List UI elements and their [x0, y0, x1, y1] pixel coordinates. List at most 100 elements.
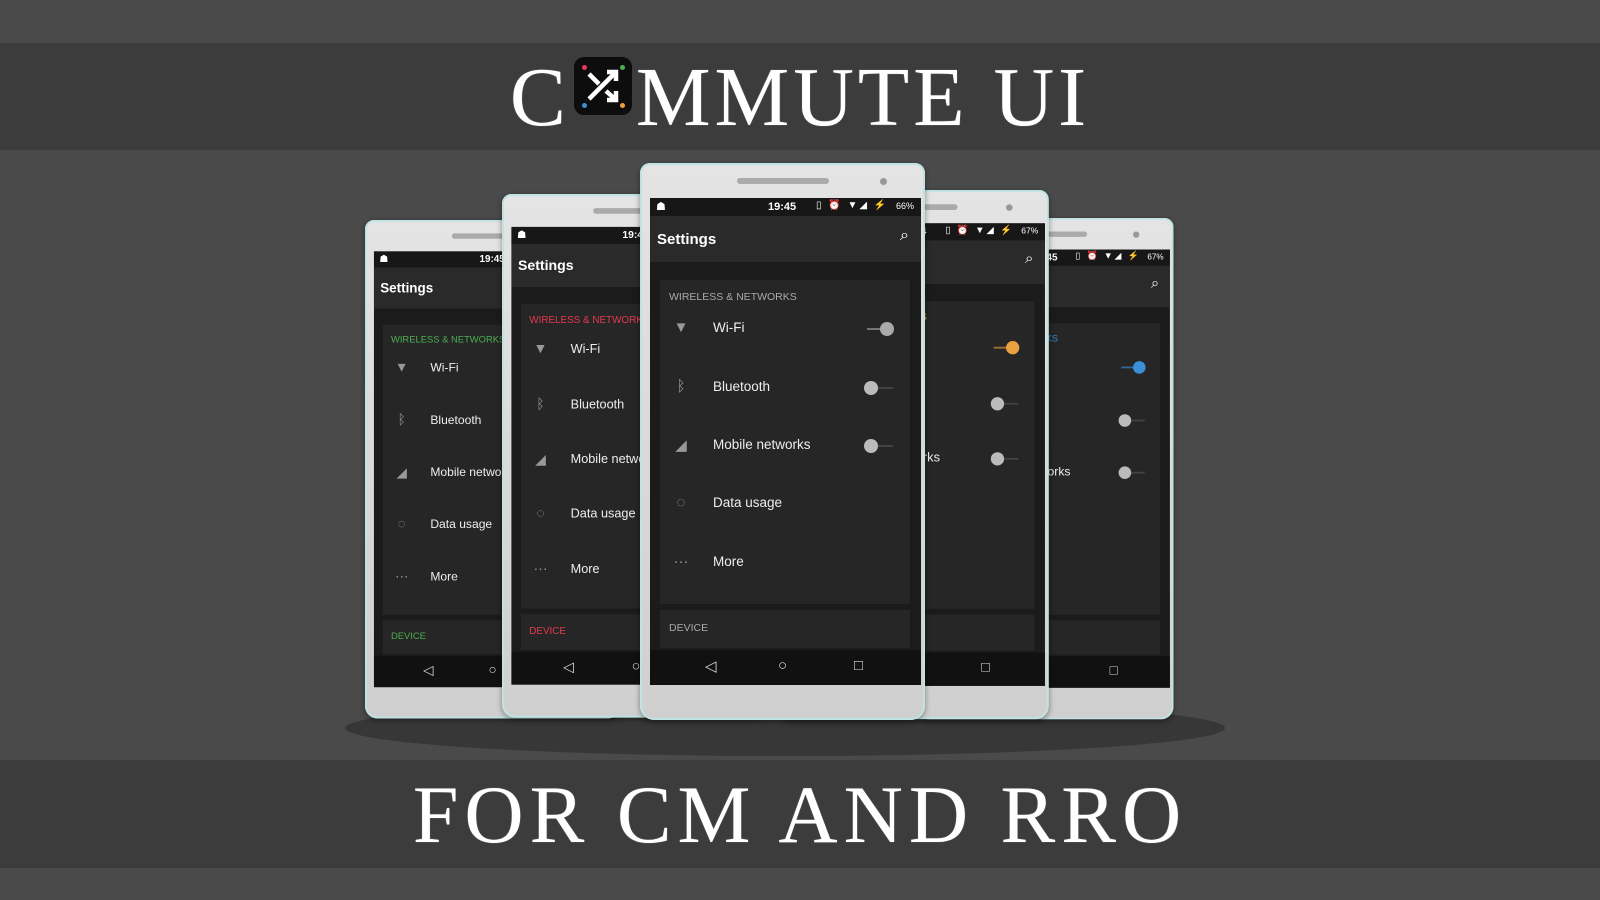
more-icon: ··· [533, 560, 548, 577]
cyanogenmod-icon: ☗ [517, 229, 527, 241]
toggle-switch[interactable] [864, 439, 894, 453]
settings-item-mobile-networks[interactable]: ◢ Mobile networks [660, 421, 910, 471]
signal-icon: ◢ [396, 465, 407, 481]
page-title: Settings [517, 257, 574, 274]
search-icon[interactable]: ⌕ [1025, 251, 1034, 268]
wireless-card: WIRELESS & NETWORKS ▼ Wi-Fi ᛒ Bluetooth … [660, 280, 910, 604]
wifi-icon: ▼ [673, 319, 689, 336]
page-title: Settings [380, 280, 434, 297]
speaker-grille [737, 178, 829, 184]
toggle-knob [880, 322, 894, 336]
toggle-switch[interactable] [864, 381, 894, 395]
item-label: Bluetooth [570, 397, 625, 412]
toggle-switch[interactable] [1118, 414, 1146, 427]
toolbar: Settings ⌕ [650, 216, 921, 262]
toggle-switch[interactable] [990, 397, 1020, 411]
back-icon[interactable]: ◁ [423, 662, 433, 678]
toggle-switch[interactable] [864, 322, 894, 336]
recents-icon[interactable]: □ [1110, 663, 1118, 678]
logo-dot [581, 103, 587, 108]
toggle-switch[interactable] [990, 452, 1020, 466]
battery-percent: 67% [1021, 226, 1039, 236]
cyanogenmod-icon: ☗ [379, 254, 389, 265]
more-icon: ··· [394, 569, 409, 585]
back-icon[interactable]: ◁ [563, 658, 574, 675]
section-header-wireless: WIRELESS & NETWORKS [529, 314, 650, 326]
status-bar: ☗ 19:45 ▯ ⏰ ▼◢ ⚡ 66% [650, 198, 921, 216]
banner-title: C MMUTE UI [0, 48, 1600, 148]
phone-screen: ☗ 19:45 ▯ ⏰ ▼◢ ⚡ 66% Settings ⌕ WIRELESS… [650, 198, 921, 685]
item-label: Mobile networks [713, 437, 811, 452]
more-icon: ··· [673, 553, 689, 570]
logo-dot [619, 103, 625, 108]
settings-item-wi-fi[interactable]: ▼ Wi-Fi [660, 304, 910, 354]
toggle-knob [864, 439, 878, 453]
item-label: More [430, 569, 458, 584]
home-icon[interactable]: ○ [778, 657, 787, 674]
section-header-device: DEVICE [529, 625, 567, 637]
toggle-switch[interactable] [1118, 466, 1146, 479]
toggle-switch[interactable] [1119, 361, 1146, 374]
navigation-bar: ◁ ○ □ [650, 650, 921, 685]
status-icons: ▯ ⏰ ▼◢ ⚡ [945, 225, 1014, 236]
item-label: Wi-Fi [430, 360, 459, 374]
page-title: Settings [657, 231, 717, 248]
section-header-device: DEVICE [390, 630, 426, 642]
signal-icon: ◢ [535, 451, 546, 468]
data-usage-icon: ◌ [397, 516, 406, 532]
toggle-knob [1006, 341, 1020, 355]
status-time: 19:45 [479, 254, 505, 265]
phone-mockup: ☗ 19:45 ▯ ⏰ ▼◢ ⚡ 66% Settings ⌕ WIRELESS… [640, 163, 925, 720]
item-label: Data usage [570, 506, 636, 521]
item-label: Bluetooth [430, 413, 482, 427]
recents-icon[interactable]: □ [854, 657, 863, 674]
item-label: More [570, 561, 600, 576]
toggle-switch[interactable] [991, 341, 1020, 355]
data-usage-icon: ◌ [676, 494, 686, 511]
title-prefix: C [509, 51, 570, 144]
toggle-knob [864, 381, 878, 395]
toggle-knob [990, 452, 1005, 466]
settings-item-bluetooth[interactable]: ᛒ Bluetooth [660, 363, 910, 413]
toggle-knob [990, 397, 1005, 411]
title-suffix: MMUTE UI [635, 51, 1091, 144]
data-usage-icon: ◌ [536, 505, 545, 522]
shuffle-icon [573, 57, 632, 115]
bluetooth-icon: ᛒ [397, 412, 406, 428]
status-icons: ▯ ⏰ ▼◢ ⚡ [816, 200, 889, 211]
bluetooth-icon: ᛒ [676, 378, 686, 395]
cyanogenmod-icon: ☗ [656, 201, 666, 213]
item-label: Data usage [430, 517, 493, 531]
front-camera [1006, 204, 1013, 211]
section-header-device: DEVICE [669, 622, 709, 634]
status-icons: ▯ ⏰ ▼◢ ⚡ [1075, 251, 1141, 262]
item-label: Wi-Fi [570, 341, 601, 356]
section-header-wireless: WIRELESS & NETWORKS [390, 334, 506, 346]
back-icon[interactable]: ◁ [705, 657, 717, 675]
wifi-icon: ▼ [533, 340, 548, 357]
device-card: DEVICE [660, 610, 910, 648]
section-header-wireless: WIRELESS & NETWORKS [669, 291, 797, 303]
toggle-knob [1118, 466, 1132, 479]
logo-dot [581, 65, 587, 70]
wifi-icon: ▼ [395, 359, 409, 375]
status-time: 19:45 [768, 201, 797, 213]
item-label: More [713, 554, 744, 569]
search-icon[interactable]: ⌕ [900, 227, 909, 245]
bluetooth-icon: ᛒ [536, 396, 545, 413]
settings-item-more[interactable]: ··· More [660, 538, 910, 588]
toggle-knob [1118, 414, 1132, 427]
settings-item-data-usage[interactable]: ◌ Data usage [660, 479, 910, 529]
front-camera [880, 178, 887, 185]
banner-subtitle: FOR CM AND RRO [412, 769, 1188, 860]
recents-icon[interactable]: □ [981, 659, 990, 675]
logo-dot [619, 65, 625, 70]
toggle-knob [1133, 361, 1146, 374]
front-camera [1133, 231, 1140, 238]
home-icon[interactable]: ○ [489, 662, 497, 677]
item-label: Wi-Fi [713, 320, 745, 335]
home-icon[interactable]: ○ [632, 658, 641, 674]
item-label: Data usage [713, 495, 783, 510]
item-label: Bluetooth [713, 379, 771, 394]
search-icon[interactable]: ⌕ [1151, 276, 1159, 292]
